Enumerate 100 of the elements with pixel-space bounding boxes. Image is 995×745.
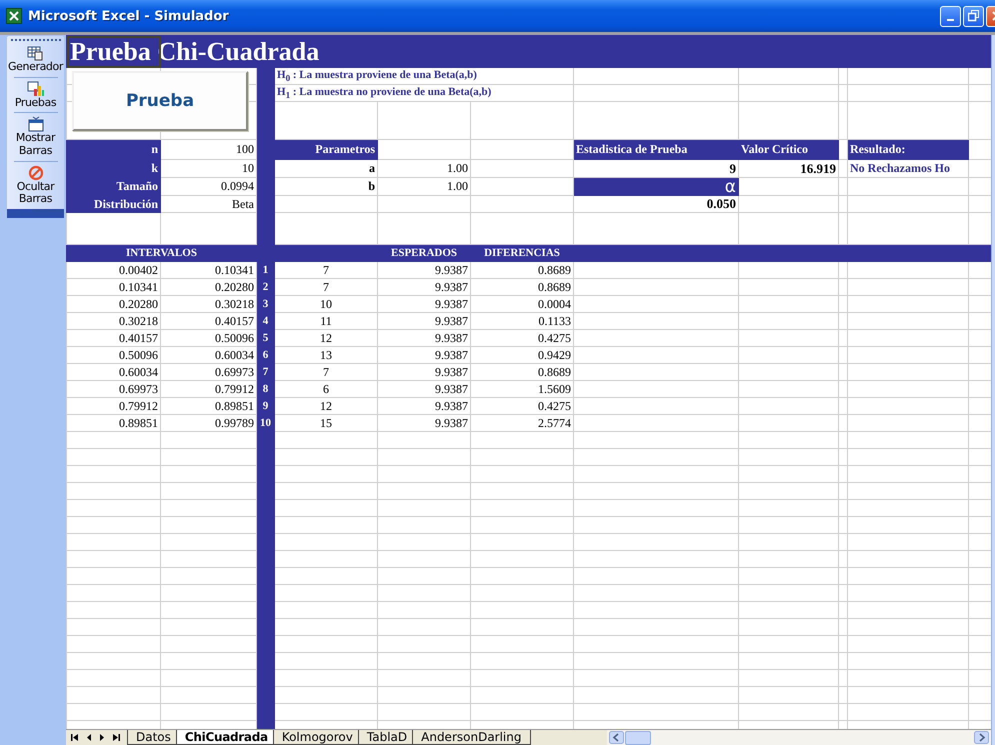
table-cell: 0.4275 — [538, 330, 571, 344]
table-cell: 0.20280 — [215, 280, 254, 294]
alpha-label: α — [724, 176, 736, 196]
table-cell: 0.69973 — [215, 364, 254, 378]
no-entry-icon — [26, 164, 44, 181]
table-cell: 0.79912 — [215, 382, 254, 396]
parameter-label: Tamaño — [116, 179, 158, 193]
table-cell: 13 — [320, 348, 332, 362]
table-cell: 10 — [320, 296, 332, 310]
table-cell: 6 — [323, 382, 329, 396]
column-header: DIFERENCIAS — [484, 247, 560, 259]
next-sheet-icon[interactable] — [98, 733, 106, 742]
row-index: 7 — [262, 366, 268, 378]
parameter-label: n — [151, 142, 158, 156]
toolbar-button[interactable]: Mostrar Barras — [8, 116, 64, 158]
toolbar-options-handle[interactable] — [7, 208, 64, 218]
table-cell: 0.00402 — [119, 262, 158, 276]
table-cell: 0.99789 — [215, 416, 254, 430]
table-cell: 0.60034 — [215, 348, 254, 362]
restore-icon — [968, 10, 980, 22]
table-cell: 7 — [323, 262, 329, 276]
window-title: Microsoft Excel - Simulador — [28, 8, 229, 24]
vertical-scrollbar[interactable] — [991, 35, 995, 745]
row-index: 5 — [262, 332, 268, 344]
parameter-label: b — [368, 179, 375, 193]
table-cell: 9.9387 — [435, 280, 468, 294]
parameter-value: 1.00 — [447, 161, 468, 175]
table-cell: 12 — [320, 398, 332, 412]
table-cell: 0.8689 — [538, 364, 571, 378]
table-cell: 11 — [320, 314, 332, 328]
table-cell: 0.8689 — [538, 262, 571, 276]
statistic-value: 9 — [730, 160, 736, 176]
table-cell: 0.30218 — [215, 296, 254, 310]
parameter-value: 10 — [242, 161, 254, 175]
table-cell: 0.89851 — [215, 398, 254, 412]
table-cell: 0.89851 — [119, 416, 158, 430]
table-cell: 0.40157 — [119, 330, 158, 344]
table-cell: 9.9387 — [435, 398, 468, 412]
last-sheet-icon[interactable] — [111, 733, 121, 742]
row-index: 6 — [262, 349, 268, 361]
toolbar-button[interactable]: Pruebas — [8, 80, 64, 110]
restore-button[interactable] — [963, 6, 984, 26]
parameter-label: Distribución — [94, 196, 158, 210]
table-cell: 2.5774 — [538, 416, 571, 430]
toolbar-button[interactable]: Generador — [8, 45, 64, 74]
minimize-button[interactable] — [940, 6, 961, 26]
column-header: Resultado: — [850, 142, 906, 156]
table-cell: 9.9387 — [435, 262, 468, 276]
result-text: No Rechazamos Ho — [850, 161, 950, 175]
table-cell: 0.9429 — [538, 348, 571, 362]
row-index: 8 — [262, 383, 268, 395]
table-cell: 0.79912 — [119, 398, 158, 412]
sheet-tab[interactable]: AndersonDarling — [412, 730, 530, 745]
parameter-value: 0.0994 — [221, 179, 254, 193]
scroll-left-icon[interactable] — [609, 731, 624, 744]
table-icon — [26, 45, 44, 61]
table-cell: 0.1133 — [538, 314, 571, 328]
scrollbar-thumb[interactable] — [625, 730, 651, 744]
table-cell: 0.20280 — [119, 296, 158, 310]
table-cell: 0.10341 — [215, 262, 254, 276]
table-cell: 1.5609 — [538, 382, 571, 396]
row-index: 9 — [262, 400, 268, 412]
column-header: Valor Crítico — [741, 142, 808, 156]
scroll-right-icon[interactable] — [974, 731, 989, 744]
row-index: 3 — [262, 298, 268, 310]
row-index: 2 — [262, 281, 268, 293]
table-cell: 0.30218 — [119, 314, 158, 328]
parameter-label: k — [151, 161, 158, 175]
row-index: 10 — [260, 417, 271, 429]
table-cell: 7 — [323, 280, 329, 294]
column-header: INTERVALOS — [126, 247, 197, 259]
row-index: 1 — [262, 264, 268, 276]
table-cell: 0.50096 — [119, 348, 158, 362]
table-cell: 0.4275 — [538, 398, 571, 412]
row-index: 4 — [262, 315, 268, 327]
parameter-value: 100 — [236, 142, 254, 156]
table-cell: 7 — [323, 364, 329, 378]
hypothesis-text: H$_{0}$ : La muestra proviene de una Beta(a,b) — [277, 68, 477, 81]
previous-sheet-icon[interactable] — [85, 733, 93, 742]
toolbar-button[interactable]: Ocultar Barras — [8, 164, 64, 206]
column-header: Parametros — [315, 142, 375, 156]
table-cell: 12 — [320, 330, 332, 344]
first-sheet-icon[interactable] — [70, 733, 80, 742]
sheet-title: Prueba Chi-Cuadrada — [70, 36, 320, 66]
table-cell: 15 — [320, 416, 332, 430]
chart-icon — [26, 80, 44, 97]
column-header: Estadistica de Prueba — [576, 142, 688, 156]
hypothesis-text: H$_{1}$ : La muestra no proviene de una Beta(a,b) — [277, 86, 492, 98]
run-test-button[interactable]: Prueba — [72, 71, 248, 131]
horizontal-scrollbar[interactable] — [607, 730, 991, 745]
column-header: ESPERADOS — [390, 247, 458, 259]
table-cell: 0.60034 — [119, 364, 158, 378]
table-cell: 9.9387 — [435, 416, 468, 430]
table-cell: 0.8689 — [538, 280, 571, 294]
window-icon — [26, 116, 44, 132]
alpha-value: 0.050 — [706, 196, 736, 211]
table-cell: 9.9387 — [435, 296, 468, 310]
table-cell: 9.9387 — [435, 314, 468, 328]
table-cell: 0.10341 — [119, 280, 158, 294]
table-cell: 9.9387 — [435, 348, 468, 362]
